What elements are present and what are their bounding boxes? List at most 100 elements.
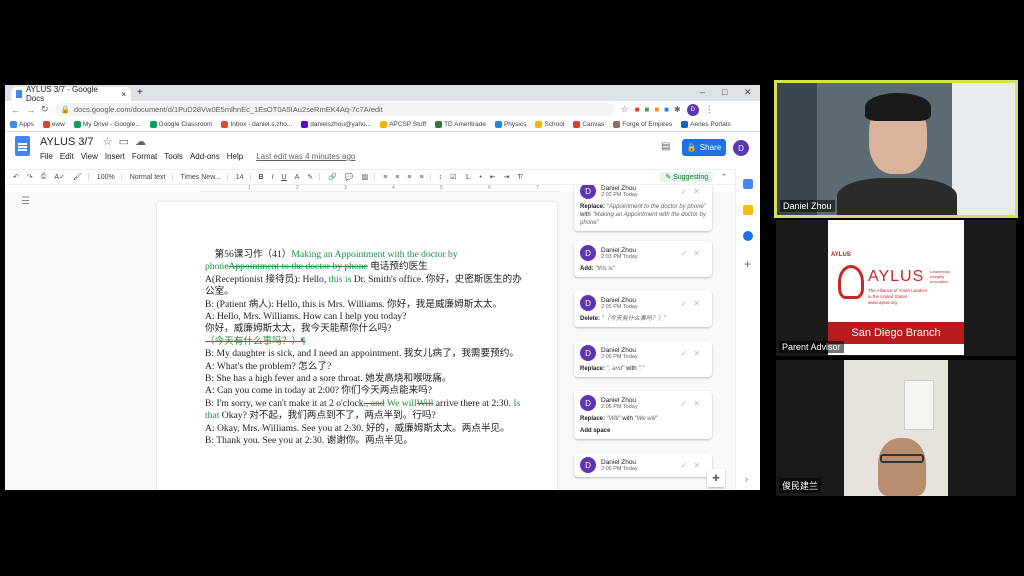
underline-icon[interactable]: U <box>282 174 287 181</box>
reject-icon[interactable]: ✕ <box>693 249 706 258</box>
suggestion-card[interactable]: D Daniel Zhou 2:02 PM Today ✓✕ Replace: "App… <box>574 185 712 231</box>
extension-icon[interactable]: ■ <box>654 105 659 114</box>
expand-panel-icon[interactable]: › <box>745 474 748 484</box>
bookmark-item[interactable]: eww <box>42 120 65 128</box>
menu-add-ons[interactable]: Add-ons <box>190 152 220 161</box>
new-tab-button[interactable]: + <box>137 87 143 98</box>
suggested-delete[interactable]: ., and <box>364 398 385 409</box>
tasks-icon[interactable] <box>743 231 753 241</box>
minimize-icon[interactable]: – <box>700 87 705 97</box>
menu-edit[interactable]: Edit <box>60 152 74 161</box>
reject-icon[interactable]: ✕ <box>693 461 706 470</box>
profile-avatar[interactable]: D <box>686 103 699 116</box>
calendar-icon[interactable] <box>743 179 753 189</box>
redo-icon[interactable]: ↷ <box>27 173 33 181</box>
menu-insert[interactable]: Insert <box>105 152 125 161</box>
accept-icon[interactable]: ✓ <box>681 349 694 358</box>
image-icon[interactable]: ▨ <box>362 173 376 181</box>
bookmark-item[interactable]: danielszhou@yaho... <box>301 120 371 128</box>
align-center-icon[interactable]: ≡ <box>395 174 399 181</box>
bookmark-item[interactable]: My Drive - Google... <box>73 120 141 128</box>
explore-icon[interactable]: ✚ <box>707 469 725 487</box>
bookmark-item[interactable]: APCSP Stuff <box>380 120 426 128</box>
print-icon[interactable]: ⎙ <box>41 173 47 181</box>
clear-format-icon[interactable]: T̸ <box>518 174 522 181</box>
zoom-select[interactable]: 100% <box>97 173 122 181</box>
extension-icon[interactable]: ■ <box>635 105 640 114</box>
reject-icon[interactable]: ✕ <box>693 299 706 308</box>
back-icon[interactable]: ← <box>11 105 20 115</box>
bookmark-item[interactable]: Google Classroom <box>149 120 212 128</box>
suggestion-card[interactable]: D Daniel Zhou 2:03 PM Today ✓✕ Add: "this is… <box>574 241 712 277</box>
more-icon[interactable]: ⋮ <box>705 104 714 115</box>
link-icon[interactable]: 🔗 <box>328 173 337 181</box>
accept-icon[interactable]: ✓ <box>681 461 694 470</box>
increase-indent-icon[interactable]: ⇥ <box>504 173 510 181</box>
video-tile-third[interactable]: 俊民建兰 <box>776 360 1016 496</box>
style-select[interactable]: Normal text <box>130 173 173 181</box>
extension-icon[interactable]: ■ <box>664 105 669 114</box>
highlight-icon[interactable]: ✎ <box>307 173 321 181</box>
star-icon[interactable]: ☆ <box>621 104 629 115</box>
italic-icon[interactable]: I <box>272 174 274 181</box>
suggested-delete[interactable]: （今天有什么事吗？）¶ <box>205 336 525 348</box>
bulleted-list-icon[interactable]: • <box>479 174 481 181</box>
maximize-icon[interactable]: □ <box>722 87 727 97</box>
move-folder-icon[interactable]: ▭ <box>119 136 129 148</box>
font-select[interactable]: Times New... <box>181 173 228 181</box>
accept-icon[interactable]: ✓ <box>681 249 694 258</box>
star-doc-icon[interactable]: ☆ <box>103 136 113 148</box>
forward-icon[interactable]: → <box>26 105 35 115</box>
spellcheck-icon[interactable]: A✓ <box>54 173 65 181</box>
suggestion-card[interactable]: D Daniel Zhou 2:06 PM Today ✓✕ Replace: "Wil… <box>574 391 712 439</box>
bookmark-item[interactable]: School <box>535 120 564 128</box>
share-button[interactable]: 🔒 Share <box>682 139 726 156</box>
accept-icon[interactable]: ✓ <box>681 399 694 408</box>
suggestion-card[interactable]: D Daniel Zhou 2:05 PM Today ✓✕ Delete: "（今天有… <box>574 291 712 327</box>
ruler[interactable]: 1 2 3 4 5 6 7 <box>200 185 560 192</box>
extension-icon[interactable]: ■ <box>644 105 649 114</box>
bookmark-item[interactable]: Physics <box>494 120 526 128</box>
reject-icon[interactable]: ✕ <box>693 399 706 408</box>
suggestion-card[interactable]: D Daniel Zhou 2:06 PM Today ✓✕ <box>574 453 712 477</box>
reload-icon[interactable]: ↻ <box>41 104 49 115</box>
add-ons-icon[interactable]: + <box>744 257 751 271</box>
puzzle-icon[interactable]: ✱ <box>674 105 681 114</box>
accept-icon[interactable]: ✓ <box>681 299 694 308</box>
document-body[interactable]: 第56课习作（41）Making an Appointment with the… <box>205 249 525 448</box>
numbered-list-icon[interactable]: ⒈ <box>464 172 471 182</box>
menu-tools[interactable]: Tools <box>164 152 183 161</box>
bookmark-item[interactable]: Aeries Portals <box>681 120 731 128</box>
bookmark-item[interactable]: TD Ameritrade <box>435 120 486 128</box>
video-tile-parent-advisor[interactable]: AYLUS AYLUS Leadership Integrity Innovat… <box>776 220 1016 356</box>
close-tab-icon[interactable]: × <box>121 90 126 99</box>
menu-view[interactable]: View <box>81 152 98 161</box>
menu-format[interactable]: Format <box>132 152 157 161</box>
suggested-insert[interactable]: We will <box>385 398 417 409</box>
collapse-toolbar-icon[interactable]: ⌃ <box>721 173 727 181</box>
paint-format-icon[interactable]: 🖌 <box>73 173 89 181</box>
bookmark-item[interactable]: Apps <box>10 120 34 128</box>
decrease-indent-icon[interactable]: ⇤ <box>490 173 496 181</box>
bookmark-item[interactable]: Forge of Empires <box>613 120 672 128</box>
menu-file[interactable]: File <box>40 152 53 161</box>
outline-icon[interactable]: ☰ <box>21 196 30 207</box>
reject-icon[interactable]: ✕ <box>693 187 706 196</box>
doc-title[interactable]: AYLUS 3/7 <box>40 136 94 148</box>
menu-help[interactable]: Help <box>227 152 243 161</box>
line-spacing-icon[interactable]: ↕ <box>439 174 443 181</box>
suggestion-card[interactable]: D Daniel Zhou 2:06 PM Today ✓✕ Replace: ", a… <box>574 341 712 377</box>
font-size-select[interactable]: 14 <box>236 173 251 181</box>
reject-icon[interactable]: ✕ <box>693 349 706 358</box>
url-field[interactable]: 🔒 docs.google.com/document/d/1PuD28Vw0E5m… <box>54 103 615 116</box>
checklist-icon[interactable]: ☑ <box>450 173 456 181</box>
bold-icon[interactable]: B <box>259 174 264 181</box>
keep-icon[interactable] <box>743 205 753 215</box>
docs-logo-icon[interactable] <box>15 136 30 156</box>
align-left-icon[interactable]: ≡ <box>383 174 387 181</box>
last-edit-link[interactable]: Last edit was 4 minutes ago <box>256 152 355 161</box>
justify-icon[interactable]: ≡ <box>419 173 431 181</box>
suggested-delete[interactable]: Appointment to the doctor by phone <box>228 261 367 272</box>
suggested-delete[interactable]: Will <box>417 398 434 409</box>
video-tile-daniel[interactable]: Daniel Zhou <box>774 80 1018 218</box>
